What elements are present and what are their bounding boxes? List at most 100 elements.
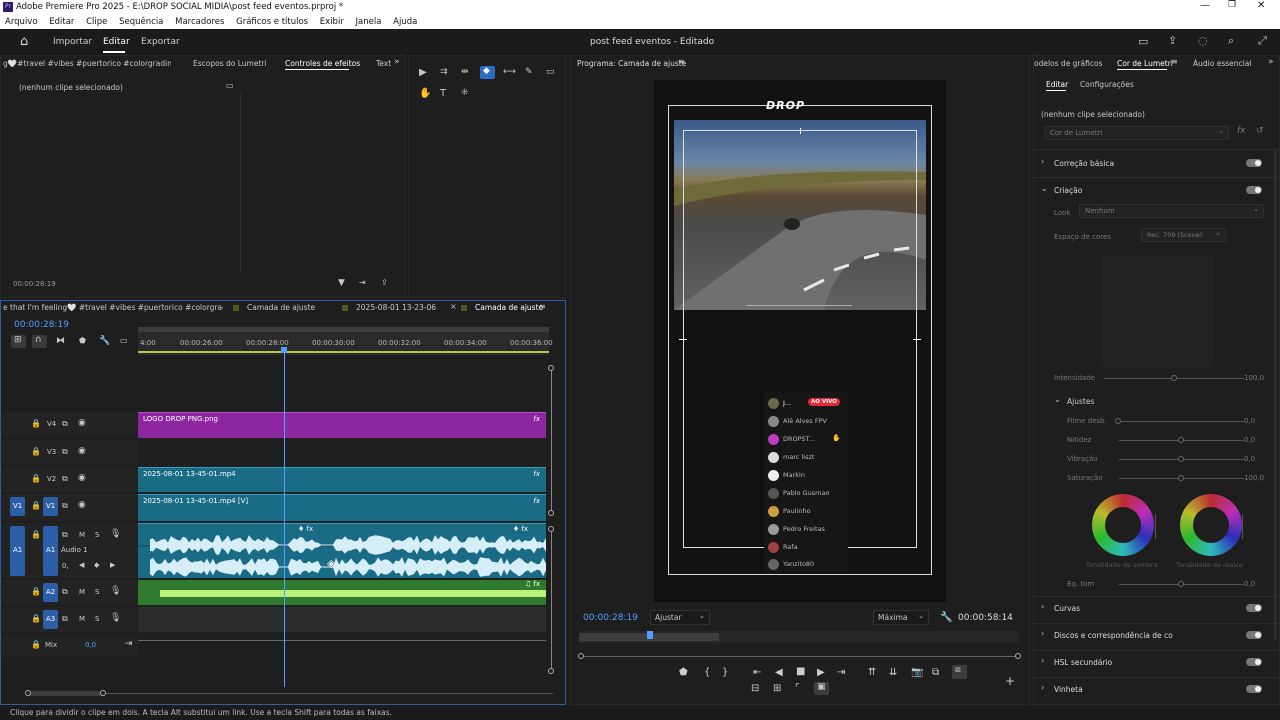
- fx-icon[interactable]: fx: [1237, 126, 1246, 136]
- mic-icon[interactable]: 🎙: [110, 529, 121, 539]
- lock-icon[interactable]: 🔒: [31, 474, 41, 483]
- timeline-timecode[interactable]: 00:00:28:19: [14, 320, 69, 330]
- volume-value[interactable]: 0,: [62, 562, 69, 570]
- lock-icon[interactable]: 🔒: [31, 447, 41, 456]
- go-to-in-icon[interactable]: ⇤: [753, 667, 761, 678]
- shadow-tint-wheel[interactable]: [1092, 494, 1154, 556]
- section-wheels[interactable]: Discos e correspondência de co: [1054, 631, 1173, 640]
- type-tool-icon[interactable]: T: [440, 88, 446, 99]
- lift-icon[interactable]: ⇈: [868, 667, 876, 678]
- mute-button[interactable]: M: [79, 588, 85, 596]
- track-target-a1[interactable]: A1: [43, 526, 58, 576]
- eye-icon[interactable]: ◉: [78, 473, 86, 483]
- tab-text[interactable]: Text: [376, 59, 391, 68]
- chevron-right-icon[interactable]: ›: [1041, 157, 1044, 166]
- clip-audio-a2[interactable]: ♫ fx: [138, 580, 546, 605]
- track-target-v1[interactable]: V1: [43, 497, 58, 516]
- toggle-vignette[interactable]: [1246, 685, 1262, 693]
- tab-sequence-3[interactable]: 2025-08-01 13-23-06: [356, 303, 436, 312]
- lock-icon[interactable]: 🔒: [31, 530, 41, 539]
- mark-out-icon[interactable]: }: [722, 667, 728, 678]
- adjust-label[interactable]: Ajustes: [1067, 397, 1094, 406]
- mix-value[interactable]: 0,0: [85, 641, 96, 649]
- lock-icon[interactable]: 🔒: [31, 614, 41, 623]
- tab-sequence-2[interactable]: Camada de ajuste: [247, 303, 315, 312]
- lock-icon[interactable]: 🔒: [31, 501, 41, 510]
- scroll-handle[interactable]: [548, 526, 554, 532]
- close-icon[interactable]: ✕: [1257, 0, 1265, 11]
- highlight-tint-wheel[interactable]: [1180, 494, 1242, 556]
- chevron-right-icon[interactable]: ›: [1041, 629, 1044, 638]
- panel-icon[interactable]: ▭: [1138, 35, 1148, 48]
- scroll-handle[interactable]: [548, 668, 554, 674]
- add-button-icon[interactable]: +: [1005, 674, 1015, 688]
- linked-icon[interactable]: ⧓: [56, 336, 65, 346]
- slider-value[interactable]: 0,0: [1244, 417, 1255, 425]
- lock-icon[interactable]: 🔒: [31, 640, 41, 649]
- solo-button[interactable]: S: [95, 588, 99, 596]
- zoom-handle[interactable]: [578, 653, 584, 659]
- time-ruler[interactable]: 4:00 00:00:26:00 00:00:28:00 00:00:30:00…: [138, 327, 553, 355]
- eye-icon[interactable]: ◉: [78, 446, 86, 456]
- look-dropdown[interactable]: Nenhum ⌄: [1079, 204, 1264, 218]
- toggle-timeline-icon[interactable]: ▭: [226, 81, 234, 90]
- progress-icon[interactable]: ◌: [1198, 34, 1208, 47]
- tab-essential-audio[interactable]: Áudio essencial: [1193, 59, 1251, 68]
- track-select-icon[interactable]: ⇉: [440, 67, 448, 77]
- razor-tool-button[interactable]: ◆: [480, 66, 495, 79]
- multicam-icon[interactable]: ⧉: [932, 667, 939, 678]
- toggle-basic[interactable]: [1246, 159, 1262, 167]
- mic-icon[interactable]: 🎙: [110, 586, 121, 596]
- scroll-handle[interactable]: [100, 690, 106, 696]
- chevron-right-icon[interactable]: ›: [1041, 656, 1044, 665]
- zoom-bar[interactable]: [138, 327, 549, 332]
- tab-menu-icon[interactable]: ≡: [539, 302, 546, 311]
- menu-janela[interactable]: Janela: [356, 17, 382, 27]
- slider-value[interactable]: 0,0: [1244, 455, 1255, 463]
- marker-icon[interactable]: ⬟: [79, 336, 86, 345]
- more-tabs-icon[interactable]: »: [394, 57, 400, 67]
- panel-menu-icon[interactable]: ≡: [678, 57, 685, 66]
- pen-tool-icon[interactable]: ✎: [525, 67, 533, 77]
- mic-icon[interactable]: 🎙: [110, 613, 121, 623]
- clip-v2[interactable]: 2025-08-01 13-45-01.mp4 fx: [138, 467, 546, 492]
- track-target-a3[interactable]: A3: [43, 610, 58, 629]
- effect-dropdown[interactable]: Cor de Lumetri ⌄: [1044, 126, 1229, 140]
- ripple-edit-icon[interactable]: ⇹: [461, 67, 469, 77]
- slider-knob[interactable]: [1178, 475, 1184, 481]
- chevron-right-icon[interactable]: ›: [1041, 602, 1044, 611]
- share-icon[interactable]: ⇪: [1168, 34, 1177, 47]
- slider-track[interactable]: [1119, 421, 1244, 422]
- slider-knob[interactable]: [1115, 418, 1121, 424]
- program-timecode[interactable]: 00:00:28:19: [583, 613, 638, 623]
- source-patch-a1[interactable]: A1: [10, 526, 25, 576]
- caption-icon[interactable]: ▭: [120, 336, 128, 345]
- panel-scrollbar[interactable]: [1274, 151, 1277, 641]
- lock-icon[interactable]: 🔒: [31, 587, 41, 596]
- proxy-icon[interactable]: ⊞: [773, 683, 781, 694]
- tab-lumetri-color[interactable]: Cor de Lumetri: [1117, 59, 1173, 68]
- solo-button[interactable]: S: [95, 531, 99, 539]
- colorspace-dropdown[interactable]: Rec. 709 (Scene) ⌄: [1141, 228, 1226, 242]
- tab-exportar[interactable]: Exportar: [141, 37, 180, 47]
- close-tab-icon[interactable]: ×: [450, 302, 457, 311]
- panel-menu-icon[interactable]: ≡: [1171, 57, 1178, 66]
- slider-knob[interactable]: [1178, 456, 1184, 462]
- sync-lock-icon[interactable]: ⧉: [62, 614, 68, 624]
- reset-icon[interactable]: ↺: [1256, 126, 1264, 136]
- extract-icon[interactable]: ⇊: [889, 667, 897, 678]
- eye-icon[interactable]: ◉: [78, 418, 86, 428]
- more-tabs-icon[interactable]: »: [1268, 57, 1274, 67]
- scroll-handle[interactable]: [548, 510, 554, 516]
- tint-knob[interactable]: [1178, 581, 1184, 587]
- section-hsl[interactable]: HSL secundário: [1054, 658, 1112, 667]
- fullscreen-icon[interactable]: ⤢: [1258, 34, 1267, 48]
- menu-clipe[interactable]: Clipe: [86, 17, 107, 27]
- toggle-curves[interactable]: [1246, 604, 1262, 612]
- menu-graficos[interactable]: Gráficos e títulos: [236, 17, 308, 27]
- filter-icon[interactable]: ▼: [338, 278, 345, 288]
- zoom-handle[interactable]: [1015, 653, 1021, 659]
- slider-value[interactable]: 100,0: [1244, 474, 1264, 482]
- slider-value[interactable]: 0,0: [1244, 436, 1255, 444]
- menu-marcadores[interactable]: Marcadores: [175, 17, 224, 27]
